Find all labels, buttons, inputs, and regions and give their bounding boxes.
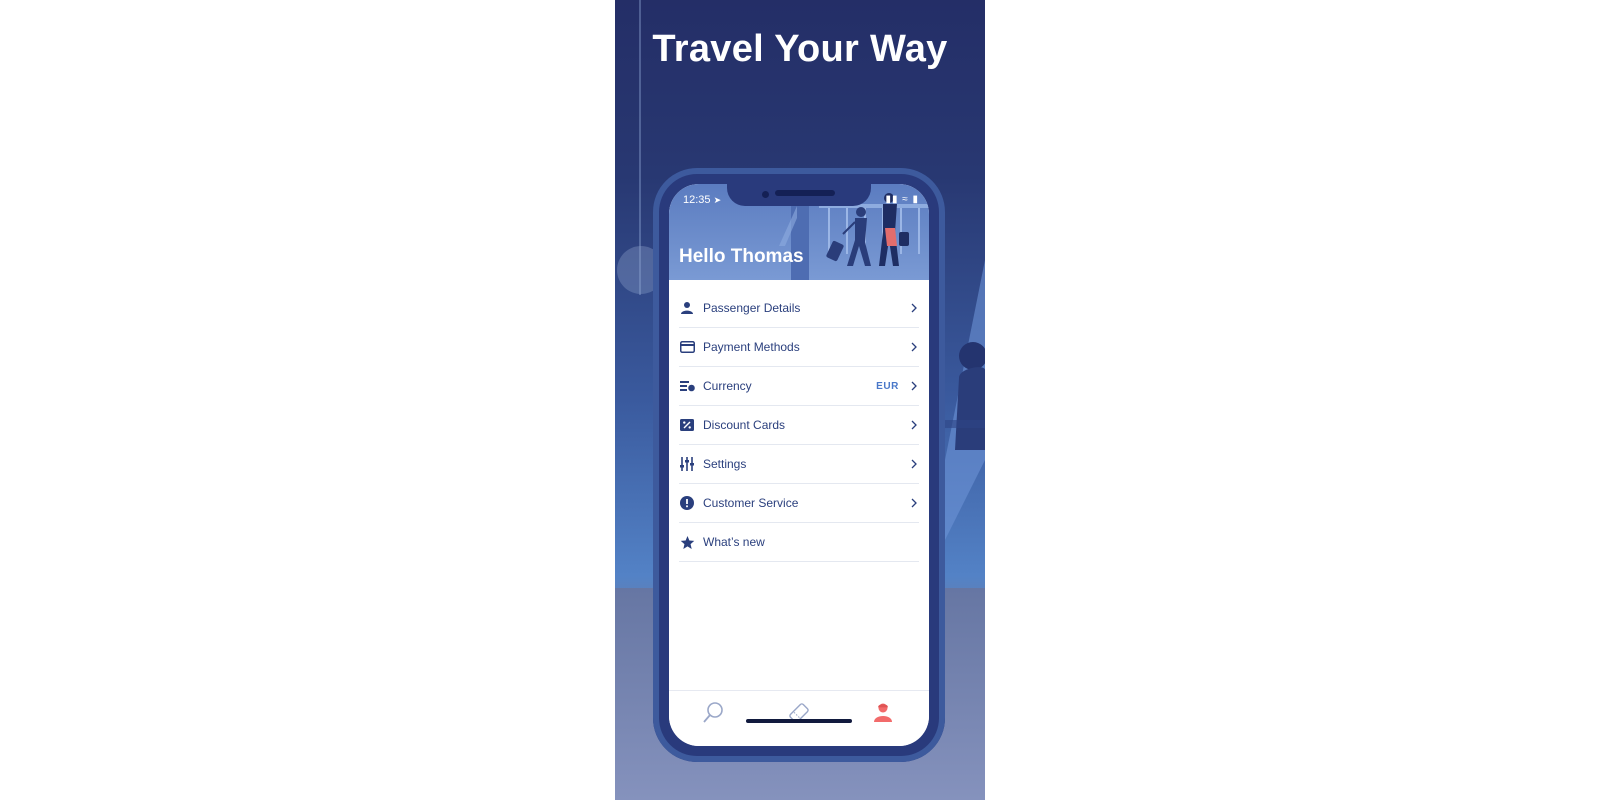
chevron-right-icon: [909, 459, 919, 469]
chevron-right-icon: [909, 498, 919, 508]
promo-panel: Travel Your Way 12:35 ➤ ▮▮ ≈ ▮ Hello Tho…: [615, 0, 985, 800]
tab-profile[interactable]: [871, 701, 895, 725]
tab-bar: [669, 690, 929, 746]
menu-item-settings[interactable]: Settings: [679, 445, 919, 484]
menu-item-passenger-details[interactable]: Passenger Details: [679, 289, 919, 328]
credit-card-icon: [679, 339, 695, 355]
location-arrow-icon: ➤: [713, 195, 722, 205]
promo-headline: Travel Your Way: [652, 28, 948, 70]
search-icon: [703, 702, 723, 723]
menu-item-label: What’s new: [703, 535, 765, 549]
tab-search[interactable]: [701, 701, 725, 725]
menu-item-label: Customer Service: [703, 496, 799, 510]
phone-screen: 12:35 ➤ ▮▮ ≈ ▮ Hello Thomas Passenger De…: [669, 184, 929, 746]
earpiece-speaker: [775, 190, 835, 196]
chevron-right-icon: [909, 303, 919, 313]
menu-item-label: Payment Methods: [703, 340, 800, 354]
passenger-illustration: [945, 260, 985, 540]
menu-item-discount-cards[interactable]: Discount Cards: [679, 406, 919, 445]
profile-icon: [874, 703, 892, 722]
chevron-right-icon: [909, 342, 919, 352]
front-camera: [762, 191, 769, 198]
currency-value: EUR: [876, 380, 899, 392]
menu-item-payment-methods[interactable]: Payment Methods: [679, 328, 919, 367]
chevron-right-icon: [909, 381, 919, 391]
menu-item-whats-new[interactable]: What’s new: [679, 523, 919, 562]
currency-icon: [679, 378, 695, 394]
menu-item-label: Currency: [703, 379, 752, 393]
person-icon: [679, 300, 695, 316]
menu-item-customer-service[interactable]: Customer Service: [679, 484, 919, 523]
profile-menu: Passenger Details Payment Methods Curren…: [679, 289, 919, 562]
phone-notch: [727, 184, 871, 206]
menu-item-label: Discount Cards: [703, 418, 786, 432]
menu-item-label: Settings: [703, 457, 747, 471]
profile-header: 12:35 ➤ ▮▮ ≈ ▮ Hello Thomas: [669, 184, 929, 280]
alert-circle-icon: [679, 495, 695, 511]
discount-card-icon: [679, 417, 695, 433]
phone-frame: 12:35 ➤ ▮▮ ≈ ▮ Hello Thomas Passenger De…: [653, 168, 945, 762]
status-icons: ▮▮ ≈ ▮: [885, 194, 919, 205]
menu-item-currency[interactable]: Currency EUR: [679, 367, 919, 406]
menu-item-label: Passenger Details: [703, 301, 801, 315]
chevron-right-icon: [909, 420, 919, 430]
greeting-title: Hello Thomas: [679, 246, 804, 267]
star-icon: [679, 534, 695, 550]
sliders-icon: [679, 456, 695, 472]
status-time: 12:35 ➤: [683, 194, 722, 206]
home-indicator: [746, 719, 852, 723]
